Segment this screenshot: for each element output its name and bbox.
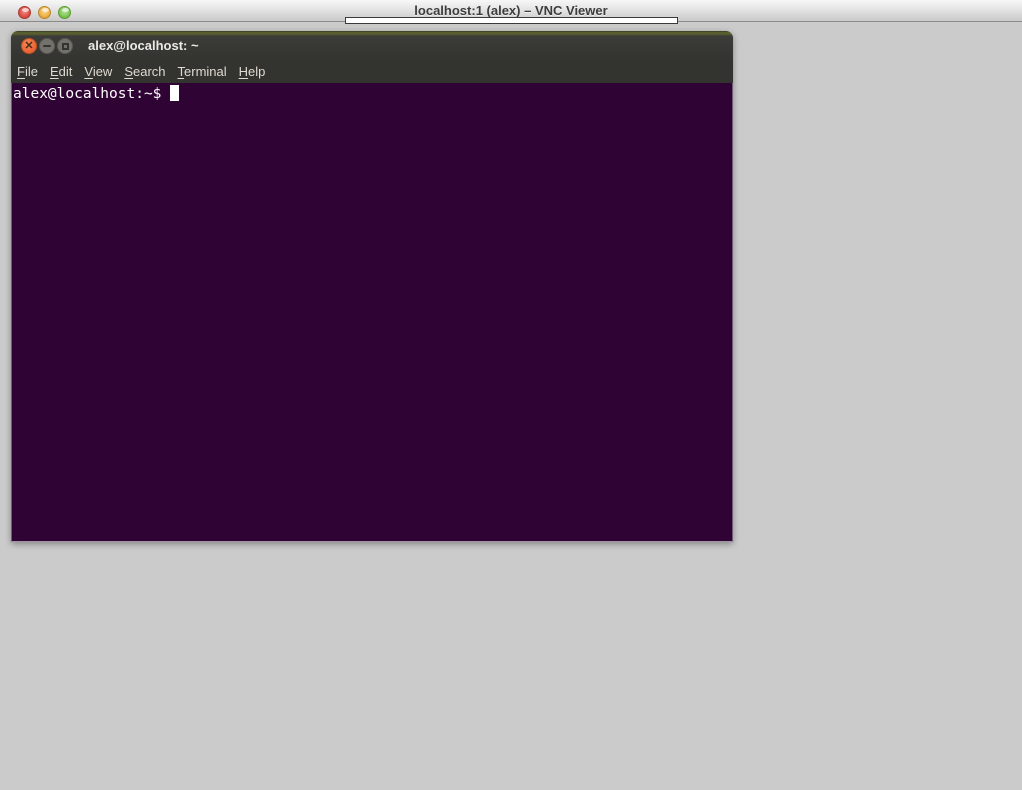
terminal-prompt: alex@localhost:~$ (13, 86, 161, 102)
macos-traffic-lights (18, 6, 71, 19)
terminal-maximize-button[interactable] (57, 38, 73, 54)
terminal-close-button[interactable]: ✕ (21, 38, 37, 54)
terminal-window: ✕ alex@localhost: ~ FileEditViewSearchTe… (11, 31, 733, 542)
terminal-screen[interactable]: alex@localhost:~$ (11, 83, 733, 542)
menu-item-terminal[interactable]: Terminal (172, 60, 233, 83)
macos-minimize-button[interactable] (38, 6, 51, 19)
minimize-icon (43, 45, 51, 47)
menu-item-file[interactable]: File (11, 60, 44, 83)
vnc-toolbar-strip (345, 17, 678, 24)
menu-item-view[interactable]: View (78, 60, 118, 83)
terminal-titlebar[interactable]: ✕ alex@localhost: ~ (11, 31, 733, 60)
menu-item-edit[interactable]: Edit (44, 60, 78, 83)
terminal-minimize-button[interactable] (39, 38, 55, 54)
menu-item-search[interactable]: Search (118, 60, 171, 83)
terminal-cursor (170, 85, 179, 101)
terminal-window-controls: ✕ (21, 38, 73, 54)
menu-item-help[interactable]: Help (233, 60, 272, 83)
terminal-prompt-line: alex@localhost:~$ (13, 85, 732, 103)
menu-bar: FileEditViewSearchTerminalHelp (11, 60, 733, 83)
maximize-icon (62, 43, 69, 50)
macos-close-button[interactable] (18, 6, 31, 19)
macos-zoom-button[interactable] (58, 6, 71, 19)
terminal-window-title: alex@localhost: ~ (88, 31, 199, 60)
